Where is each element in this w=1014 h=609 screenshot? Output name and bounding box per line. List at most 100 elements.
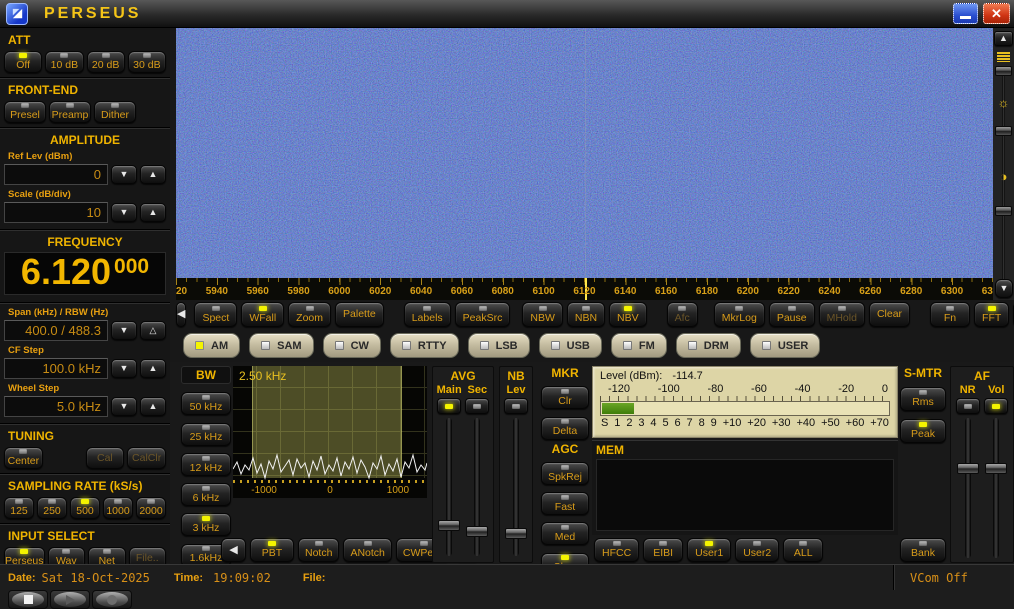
- avg-sec-toggle[interactable]: [465, 398, 489, 414]
- hfcc-button[interactable]: HFCC: [594, 538, 639, 562]
- af-vol-slider[interactable]: [985, 418, 1007, 558]
- cal-button[interactable]: Cal: [86, 447, 125, 469]
- rate-500-button[interactable]: 500: [70, 497, 100, 519]
- af-nr-toggle[interactable]: [956, 398, 980, 414]
- wfall-button[interactable]: WFall: [241, 302, 284, 327]
- spect-button[interactable]: Spect: [194, 302, 237, 327]
- frequency-display[interactable]: 6.120 000: [4, 252, 166, 295]
- memory-list[interactable]: [596, 459, 894, 531]
- bw-3khz-button[interactable]: 3 kHz: [181, 513, 231, 536]
- rate-250-button[interactable]: 250: [37, 497, 67, 519]
- af-nr-slider[interactable]: [957, 418, 979, 558]
- clear-button[interactable]: Clear: [869, 302, 910, 327]
- bank-button[interactable]: Bank: [900, 538, 946, 562]
- scale-scroll-down-button[interactable]: ▼: [995, 279, 1013, 298]
- slider-handle[interactable]: [985, 463, 1007, 474]
- rate-2000-button[interactable]: 2000: [136, 497, 166, 519]
- smtr-rms-button[interactable]: Rms: [900, 387, 946, 411]
- fft-button[interactable]: FFT: [974, 302, 1009, 327]
- bw-6khz-button[interactable]: 6 kHz: [181, 483, 231, 506]
- pause-button[interactable]: Pause: [769, 302, 815, 327]
- mode-lsb-button[interactable]: LSB: [468, 333, 530, 358]
- wheel-step-field[interactable]: 5.0 kHz: [4, 396, 108, 417]
- cf-step-up-button[interactable]: ▲: [140, 359, 166, 378]
- mhold-button[interactable]: MHold: [819, 302, 865, 327]
- rate-1000-button[interactable]: 1000: [103, 497, 133, 519]
- att-30db-button[interactable]: 30 dB: [128, 51, 166, 73]
- notch-button[interactable]: Notch: [298, 538, 339, 562]
- span-field[interactable]: 400.0 / 488.3: [4, 320, 108, 341]
- slider-handle[interactable]: [466, 526, 488, 537]
- user2-button[interactable]: User2: [735, 538, 779, 562]
- ref-lev-up-button[interactable]: ▲: [140, 165, 166, 184]
- contrast-slider-handle[interactable]: [995, 206, 1012, 216]
- presel-button[interactable]: Presel: [4, 101, 46, 123]
- span-up-button[interactable]: △: [140, 321, 166, 340]
- smtr-peak-button[interactable]: Peak: [900, 419, 946, 443]
- labels-button[interactable]: Labels: [404, 302, 451, 327]
- af-vol-toggle[interactable]: [984, 398, 1008, 414]
- scale-field[interactable]: 10: [4, 202, 108, 223]
- eibi-button[interactable]: EIBI: [643, 538, 683, 562]
- mode-drm-button[interactable]: DRM: [676, 333, 741, 358]
- cf-step-down-button[interactable]: ▼: [111, 359, 137, 378]
- scale-down-button[interactable]: ▼: [111, 203, 137, 222]
- brightness-slider-handle[interactable]: [995, 126, 1012, 136]
- att-20db-button[interactable]: 20 dB: [87, 51, 125, 73]
- bw-50khz-button[interactable]: 50 kHz: [181, 392, 231, 415]
- peaksrc-button[interactable]: PeakSrc: [455, 302, 511, 327]
- mode-am-button[interactable]: AM: [183, 333, 240, 358]
- waterfall-display[interactable]: [176, 28, 993, 278]
- passband-display[interactable]: 2.50 kHz -1000 0 1000: [233, 366, 427, 498]
- filter-back-button[interactable]: ◀: [221, 538, 246, 562]
- close-button[interactable]: ✕: [983, 3, 1010, 24]
- anotch-button[interactable]: ANotch: [343, 538, 391, 562]
- nbw-button[interactable]: NBW: [522, 302, 563, 327]
- bw-12khz-button[interactable]: 12 kHz: [181, 453, 231, 476]
- afc-button[interactable]: Afc: [667, 302, 698, 327]
- avg-main-toggle[interactable]: [437, 398, 461, 414]
- palette-slider-handle[interactable]: [995, 66, 1012, 76]
- ref-lev-down-button[interactable]: ▼: [111, 165, 137, 184]
- mkr-clr-button[interactable]: Clr: [541, 386, 589, 409]
- cf-step-field[interactable]: 100.0 kHz: [4, 358, 108, 379]
- nb-lev-toggle[interactable]: [504, 398, 528, 414]
- mode-user-button[interactable]: USER: [750, 333, 821, 358]
- mode-fm-button[interactable]: FM: [611, 333, 667, 358]
- play-button[interactable]: [50, 590, 90, 609]
- calclr-button[interactable]: CalClr: [127, 447, 166, 469]
- stop-button[interactable]: [8, 590, 48, 609]
- mkr-delta-button[interactable]: Delta: [541, 417, 589, 440]
- nb-lev-slider[interactable]: [505, 418, 527, 556]
- frequency-scale[interactable]: 2059405960 598060006020 604060606080 610…: [176, 278, 993, 300]
- agc-spkrej-button[interactable]: SpkRej: [541, 462, 589, 485]
- all-button[interactable]: ALL: [783, 538, 823, 562]
- pbt-button[interactable]: PBT: [250, 538, 294, 562]
- slider-handle[interactable]: [505, 528, 527, 539]
- nbn-button[interactable]: NBN: [567, 302, 605, 327]
- scale-up-button[interactable]: ▲: [140, 203, 166, 222]
- avg-sec-slider[interactable]: [466, 418, 488, 556]
- mode-cw-button[interactable]: CW: [323, 333, 381, 358]
- mode-rtty-button[interactable]: RTTY: [390, 333, 459, 358]
- dither-button[interactable]: Dither: [94, 101, 136, 123]
- palette-button[interactable]: Palette: [335, 302, 384, 327]
- att-10db-button[interactable]: 10 dB: [45, 51, 83, 73]
- avg-main-slider[interactable]: [438, 418, 460, 556]
- tuning-center-button[interactable]: Center: [4, 447, 43, 469]
- rate-125-button[interactable]: 125: [4, 497, 34, 519]
- preamp-button[interactable]: Preamp: [49, 101, 91, 123]
- att-off-button[interactable]: Off: [4, 51, 42, 73]
- mode-sam-button[interactable]: SAM: [249, 333, 313, 358]
- minimize-button[interactable]: [953, 3, 978, 24]
- agc-med-button[interactable]: Med: [541, 522, 589, 545]
- span-down-button[interactable]: ▼: [111, 321, 137, 340]
- ref-lev-field[interactable]: 0: [4, 164, 108, 185]
- record-button[interactable]: [92, 590, 132, 609]
- scroll-up-button[interactable]: ▲: [994, 31, 1013, 46]
- zoom-button[interactable]: Zoom: [288, 302, 331, 327]
- slider-handle[interactable]: [957, 463, 979, 474]
- wheel-step-down-button[interactable]: ▼: [111, 397, 137, 416]
- nbv-button[interactable]: NBV: [609, 302, 647, 327]
- toolbar-back-button[interactable]: ◀: [176, 302, 186, 327]
